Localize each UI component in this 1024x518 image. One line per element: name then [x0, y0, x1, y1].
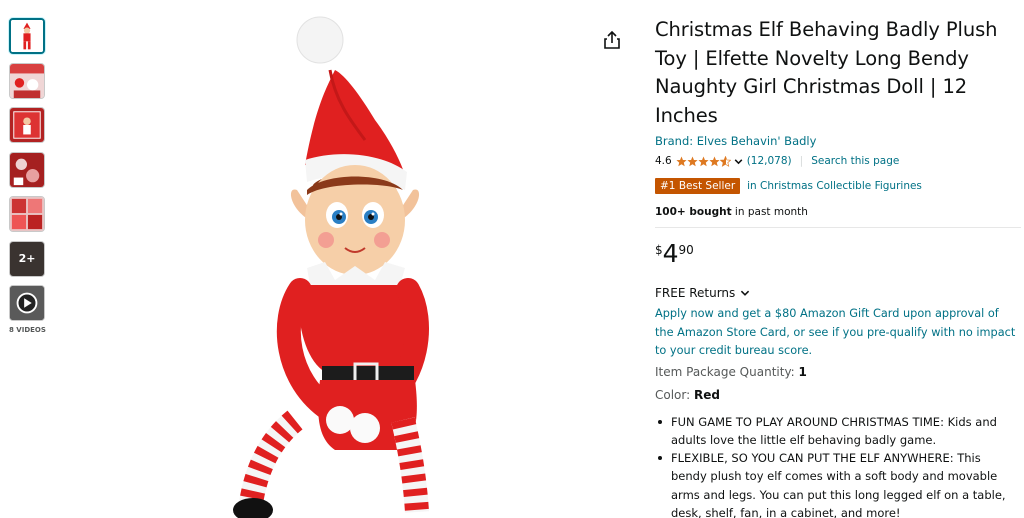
price-whole: 4 [662, 239, 679, 268]
best-seller-row: #1 Best Seller in Christmas Collectible … [655, 178, 1019, 194]
lifestyle-thumbnail-image [10, 197, 44, 231]
star-rating[interactable] [676, 155, 747, 167]
share-icon[interactable] [602, 30, 622, 50]
more-images-label: 2+ [18, 252, 36, 265]
thumbnail-1[interactable] [9, 18, 45, 54]
product-info: Christmas Elf Behaving Badly Plush Toy |… [655, 16, 1021, 518]
color-label: Color: [655, 387, 694, 402]
thumbnail-5[interactable] [9, 196, 45, 232]
bought-period: in past month [731, 206, 808, 218]
price: $ 4 90 [655, 241, 1019, 266]
thumbnail-column: 2+ 8 VIDEOS [9, 18, 47, 334]
star-icon [687, 156, 698, 166]
thumbnail-3[interactable] [9, 107, 45, 143]
free-returns-dropdown[interactable]: FREE Returns [655, 286, 1019, 300]
review-count-link[interactable]: (12,078) [747, 155, 792, 167]
product-title: Christmas Elf Behaving Badly Plush Toy |… [655, 18, 998, 127]
lifestyle-thumbnail-image [10, 63, 44, 98]
videos-count-label: 8 VIDEOS [9, 325, 46, 334]
color-value: Red [693, 387, 720, 402]
divider [655, 227, 1021, 228]
thumbnail-more[interactable]: 2+ [9, 240, 45, 277]
play-icon [10, 286, 44, 320]
feature-bullet: FLEXIBLE, SO YOU CAN PUT THE ELF ANYWHER… [658, 449, 1019, 518]
best-seller-badge[interactable]: #1 Best Seller [655, 178, 741, 194]
thumbnail-2[interactable] [9, 62, 45, 99]
thumbnail-video[interactable] [9, 285, 45, 321]
bought-count: 100+ bought [655, 206, 732, 218]
star-icon [698, 156, 709, 166]
lifestyle-thumbnail-image [10, 152, 44, 187]
color-selection: Color: Red [655, 388, 1019, 402]
separator: | [799, 155, 804, 167]
feature-bullet: FUN GAME TO PLAY AROUND CHRISTMAS TIME: … [658, 413, 1019, 450]
bought-in-past-month: 100+ bought in past month [655, 206, 1019, 218]
qty-value: 1 [798, 364, 807, 379]
store-card-promo-link[interactable]: Apply now and get a $80 Amazon Gift Card… [655, 305, 1019, 361]
lifestyle-thumbnail-image [10, 108, 44, 142]
chevron-down-icon [734, 158, 743, 164]
item-package-quantity: Item Package Quantity: 1 [655, 365, 1019, 379]
qty-label: Item Package Quantity: [655, 364, 799, 379]
elf-thumbnail-image [11, 20, 43, 52]
rating-row: 4.6 (12,078) | Search this page [655, 153, 1019, 169]
chevron-down-icon [741, 290, 750, 296]
price-fraction: 90 [678, 243, 694, 257]
rating-value: 4.6 [655, 155, 672, 167]
brand-link[interactable]: Brand: Elves Behavin' Badly [655, 133, 816, 149]
free-returns-label: FREE Returns [655, 286, 736, 300]
half-star-icon [719, 155, 731, 167]
best-seller-category-link[interactable]: in Christmas Collectible Figurines [747, 180, 922, 192]
price-symbol: $ [655, 243, 663, 257]
thumbnail-4[interactable] [9, 151, 45, 188]
star-icon [676, 156, 687, 166]
star-icon [709, 156, 720, 166]
search-this-page-link[interactable]: Search this page [811, 155, 899, 167]
feature-bullets: FUN GAME TO PLAY AROUND CHRISTMAS TIME: … [655, 413, 1019, 518]
main-product-image[interactable] [225, 0, 525, 518]
